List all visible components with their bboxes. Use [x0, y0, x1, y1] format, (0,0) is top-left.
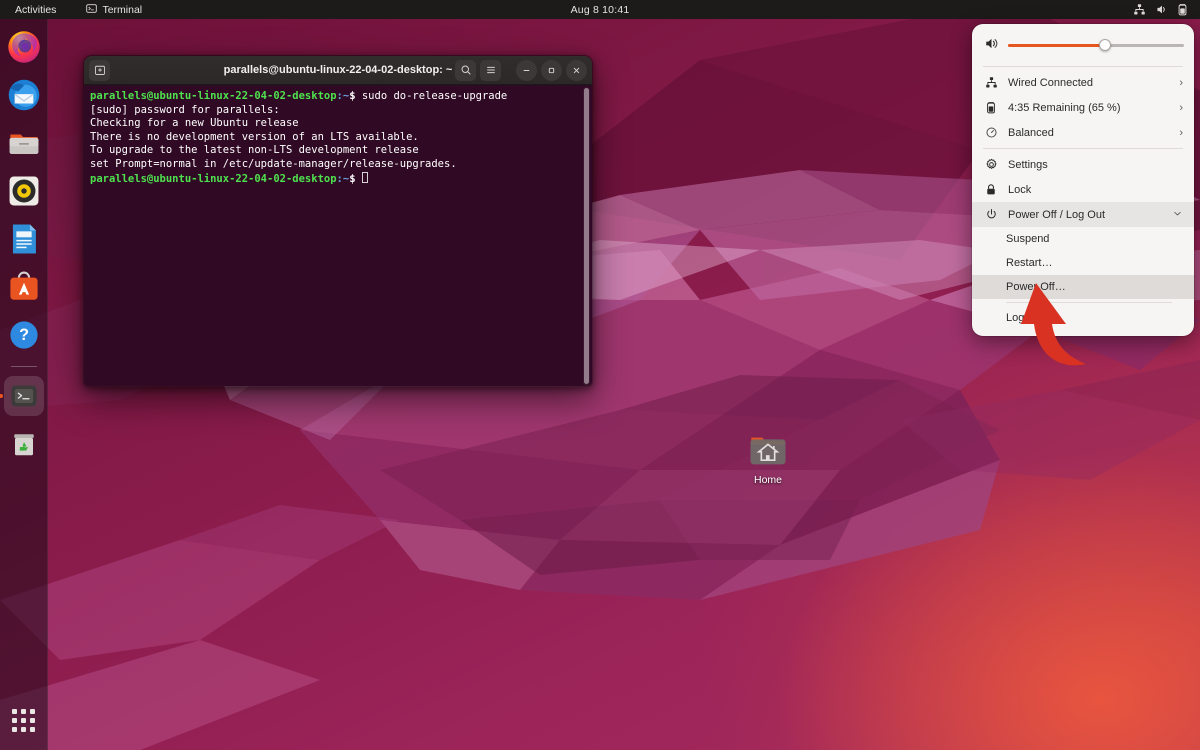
- gear-icon: [984, 158, 998, 171]
- network-wired-icon: [1133, 3, 1146, 16]
- sysmenu-item-log-out[interactable]: Log Out…: [972, 306, 1194, 330]
- top-bar: Activities Terminal Aug 8 10:41: [0, 0, 1200, 19]
- slider-knob[interactable]: [1098, 39, 1111, 51]
- terminal-app-icon: [86, 3, 98, 17]
- menu-separator: [983, 66, 1183, 67]
- system-menu: Wired Connected › 4:35 Remaining (65 %) …: [972, 24, 1194, 336]
- new-tab-icon: [94, 65, 105, 75]
- home-folder-icon: [750, 437, 786, 465]
- sysmenu-item-suspend-label: Suspend: [1006, 233, 1050, 245]
- sysmenu-item-wired-label: Wired Connected: [1008, 76, 1093, 89]
- sysmenu-item-restart[interactable]: Restart…: [972, 251, 1194, 275]
- clock-label: Aug 8 10:41: [570, 3, 630, 16]
- volume-icon: [1155, 3, 1168, 16]
- chevron-right-icon: ›: [1179, 76, 1183, 89]
- trash-icon: [13, 434, 34, 456]
- sysmenu-item-settings[interactable]: Settings: [972, 152, 1194, 177]
- sysmenu-item-lock-label: Lock: [1008, 183, 1032, 196]
- terminal-titlebar[interactable]: parallels@ubuntu-linux-22-04-02-desktop:…: [84, 56, 592, 85]
- desktop-screen: Activities Terminal Aug 8 10:41 ? parall…: [0, 0, 1200, 750]
- activities-button[interactable]: Activities: [8, 0, 63, 19]
- power-icon: [984, 208, 998, 221]
- sysmenu-item-lock[interactable]: Lock: [972, 177, 1194, 202]
- sysmenu-item-wired[interactable]: Wired Connected ›: [972, 70, 1194, 95]
- volume-slider-row[interactable]: [972, 28, 1194, 63]
- menu-separator: [983, 148, 1183, 149]
- sysmenu-item-battery-label: 4:35 Remaining (65 %): [1008, 101, 1121, 114]
- dock-item-help[interactable]: ?: [4, 315, 44, 355]
- maximize-button[interactable]: [541, 59, 562, 81]
- sysmenu-item-power-off[interactable]: Power Off…: [972, 275, 1194, 299]
- dock-item-terminal[interactable]: [3, 376, 44, 416]
- dock-item-trash[interactable]: [4, 424, 44, 464]
- dock-item-files[interactable]: [4, 123, 44, 163]
- app-menu-button[interactable]: Terminal: [79, 0, 149, 19]
- desktop-icon-home-label: Home: [753, 474, 782, 486]
- chevron-down-icon: [1172, 208, 1183, 222]
- libreoffice-writer-icon: [12, 224, 36, 254]
- terminal-output: parallels@ubuntu-linux-22-04-02-desktop:…: [90, 90, 508, 185]
- sysmenu-item-power-profile[interactable]: Balanced ›: [972, 120, 1194, 145]
- sysmenu-item-suspend[interactable]: Suspend: [972, 227, 1194, 251]
- terminal-menu-button[interactable]: [480, 59, 501, 81]
- menu-separator: [1006, 302, 1172, 303]
- search-icon: [461, 65, 471, 75]
- thunderbird-icon: [8, 79, 39, 111]
- chevron-right-icon: ›: [1179, 126, 1183, 139]
- dock-item-ubuntu-software[interactable]: [4, 267, 44, 307]
- dock: ?: [0, 19, 48, 750]
- show-applications-button[interactable]: [4, 700, 44, 740]
- terminal-search-button[interactable]: [455, 59, 476, 81]
- activities-label: Activities: [15, 3, 57, 16]
- system-tray-button[interactable]: [1125, 0, 1196, 19]
- dock-separator: [10, 366, 37, 367]
- dock-item-libreoffice-writer[interactable]: [4, 219, 44, 259]
- sysmenu-item-restart-label: Restart…: [1006, 257, 1053, 269]
- help-icon: ?: [9, 321, 38, 349]
- svg-text:?: ?: [19, 326, 29, 344]
- sysmenu-item-battery[interactable]: 4:35 Remaining (65 %) ›: [972, 95, 1194, 120]
- sysmenu-item-power-off-label: Power Off…: [1006, 281, 1066, 293]
- dock-item-thunderbird[interactable]: [4, 75, 44, 115]
- clock-button[interactable]: Aug 8 10:41: [525, 4, 675, 16]
- app-grid-icon: [12, 708, 35, 732]
- app-menu-label: Terminal: [102, 3, 143, 16]
- sysmenu-item-power-off-log-out[interactable]: Power Off / Log Out: [972, 202, 1194, 227]
- close-icon: [573, 67, 580, 73]
- chevron-right-icon: ›: [1179, 101, 1183, 114]
- desktop-icon-home[interactable]: Home: [740, 432, 796, 486]
- sysmenu-item-log-out-label: Log Out…: [1006, 312, 1057, 324]
- terminal-icon: [10, 385, 37, 407]
- terminal-window[interactable]: parallels@ubuntu-linux-22-04-02-desktop:…: [83, 55, 593, 387]
- firefox-icon: [7, 31, 40, 63]
- battery-icon: [1177, 3, 1188, 16]
- dock-item-rhythmbox[interactable]: [4, 171, 44, 211]
- minimize-button[interactable]: [516, 59, 537, 81]
- terminal-scrollbar[interactable]: [583, 87, 590, 386]
- sysmenu-item-settings-label: Settings: [1008, 158, 1048, 171]
- close-button[interactable]: [566, 59, 587, 81]
- maximize-icon: [548, 67, 555, 73]
- hamburger-menu-icon: [486, 66, 495, 74]
- minimize-icon: [523, 69, 530, 71]
- dock-item-firefox[interactable]: [4, 27, 44, 67]
- files-icon: [9, 134, 38, 155]
- new-tab-button[interactable]: [89, 59, 110, 81]
- terminal-body[interactable]: parallels@ubuntu-linux-22-04-02-desktop:…: [84, 85, 592, 386]
- battery-icon: [984, 101, 998, 114]
- sysmenu-item-power-profile-label: Balanced: [1008, 126, 1054, 139]
- rhythmbox-icon: [9, 176, 38, 206]
- volume-slider[interactable]: [1008, 38, 1184, 52]
- sysmenu-item-power-off-log-out-label: Power Off / Log Out: [1008, 208, 1106, 221]
- lock-icon: [984, 183, 998, 196]
- slider-fill: [1008, 43, 1105, 47]
- network-wired-icon: [984, 76, 998, 89]
- volume-icon[interactable]: [984, 36, 999, 54]
- ubuntu-software-icon: [9, 271, 38, 300]
- power-profile-icon: [984, 126, 998, 139]
